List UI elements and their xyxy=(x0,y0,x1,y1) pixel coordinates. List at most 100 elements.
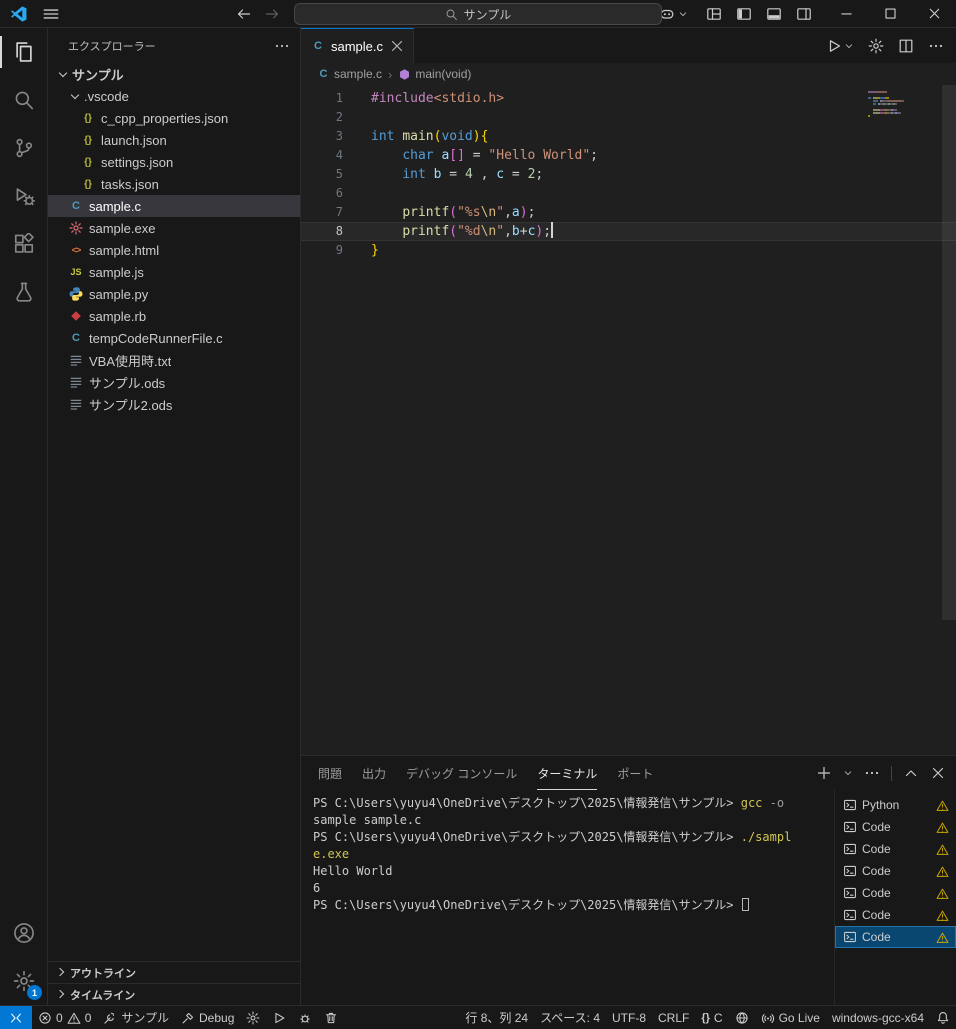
tree-item[interactable]: {} settings.json xyxy=(48,151,300,173)
tree-item[interactable]: sample.py xyxy=(48,283,300,305)
activity-item-run-and-debug[interactable] xyxy=(0,172,47,220)
code-line[interactable]: 1 #include<stdio.h> xyxy=(301,89,956,108)
close-panel-button[interactable] xyxy=(930,765,946,781)
terminal-list-item[interactable]: Code xyxy=(835,926,956,948)
code-line[interactable]: 4 char a[] = "Hello World"; xyxy=(301,146,956,165)
status-item-build-settings[interactable] xyxy=(240,1006,266,1029)
panel-more-button[interactable] xyxy=(864,765,880,781)
terminal-list-item[interactable]: Code xyxy=(835,904,956,926)
minimap[interactable] xyxy=(868,91,942,118)
terminal-list-item[interactable]: Python xyxy=(835,794,956,816)
breadcrumb-item[interactable]: main(void) xyxy=(398,67,471,81)
code-line[interactable]: 2 xyxy=(301,108,956,127)
run-settings-button[interactable] xyxy=(868,38,884,54)
status-item-language-mode[interactable]: {} C xyxy=(695,1006,728,1029)
tree-item[interactable]: {} c_cpp_properties.json xyxy=(48,107,300,129)
command-center[interactable]: サンプル xyxy=(294,3,662,25)
views-more-actions-icon[interactable] xyxy=(274,38,290,54)
back-button[interactable] xyxy=(236,6,252,22)
status-item-go-live[interactable]: Go Live xyxy=(755,1006,826,1029)
toggle-panel-button[interactable] xyxy=(766,6,782,22)
menu-button[interactable] xyxy=(42,5,60,23)
terminal-list-item[interactable]: Code xyxy=(835,882,956,904)
status-item-clean-build[interactable] xyxy=(318,1006,344,1029)
terminal-list-item[interactable]: Code xyxy=(835,860,956,882)
tree-item[interactable]: Csample.c xyxy=(48,195,300,217)
toggle-primary-sidebar-button[interactable] xyxy=(736,6,752,22)
activity-item-testing[interactable] xyxy=(0,268,47,316)
editor-scrollbar[interactable] xyxy=(942,85,956,620)
editor-surface[interactable]: 1 #include<stdio.h> 2 3 int main(void){4 cha… xyxy=(301,85,956,755)
more-actions-button[interactable] xyxy=(928,38,944,54)
code-line[interactable]: 9} xyxy=(301,241,956,260)
status-item-browser-preview[interactable] xyxy=(729,1006,755,1029)
tree-item[interactable]: sample.exe xyxy=(48,217,300,239)
panel-tab-問題[interactable]: 問題 xyxy=(318,756,342,790)
tree-item[interactable]: CtempCodeRunnerFile.c xyxy=(48,327,300,349)
status-item-eol-sequence[interactable]: CRLF xyxy=(652,1006,695,1029)
activity-item-source-control[interactable] xyxy=(0,124,47,172)
run-code-button[interactable] xyxy=(826,38,854,54)
tree-item[interactable]: .vscode xyxy=(48,85,300,107)
terminal-profile-button[interactable] xyxy=(843,768,853,778)
terminal-list-item[interactable]: Code xyxy=(835,816,956,838)
tree-item[interactable]: {} launch.json xyxy=(48,129,300,151)
tree-item[interactable]: <> sample.html xyxy=(48,239,300,261)
breadcrumb-item[interactable]: Csample.c xyxy=(317,67,383,81)
forward-button[interactable] xyxy=(264,6,280,22)
customize-layout-button[interactable] xyxy=(706,6,722,22)
terminal[interactable]: PS C:\Users\yuyu4\OneDrive\デスクトップ\2025\情… xyxy=(301,790,834,1005)
breadcrumb[interactable]: Csample.c › main(void) xyxy=(301,63,956,85)
close-button[interactable] xyxy=(912,0,956,27)
new-terminal-button[interactable] xyxy=(816,765,832,781)
activity-item-extensions[interactable] xyxy=(0,220,47,268)
tree-item[interactable]: sample.rb xyxy=(48,305,300,327)
status-item-encoding[interactable]: UTF-8 xyxy=(606,1006,652,1029)
maximize-panel-button[interactable] xyxy=(903,765,919,781)
activity-item-search[interactable] xyxy=(0,76,47,124)
code-line[interactable]: 3 int main(void){ xyxy=(301,127,956,146)
tree-item[interactable]: {} tasks.json xyxy=(48,173,300,195)
tree-item[interactable]: VBA使用時.txt xyxy=(48,349,300,371)
panel-tab-ターミナル[interactable]: ターミナル xyxy=(537,756,598,790)
minimize-button[interactable] xyxy=(824,0,868,27)
gear-icon xyxy=(246,1011,260,1025)
status-item-debug-project[interactable] xyxy=(292,1006,318,1029)
toggle-secondary-sidebar-button[interactable] xyxy=(796,6,812,22)
status-item-remote-indicator[interactable] xyxy=(0,1006,32,1029)
tree-item[interactable]: JS sample.js xyxy=(48,261,300,283)
activity-item-accounts[interactable] xyxy=(0,909,47,957)
activity-item-manage[interactable]: 1 xyxy=(0,957,47,1005)
status-item-project[interactable]: サンプル xyxy=(97,1006,175,1029)
status-item-build-variant[interactable]: Debug xyxy=(175,1006,240,1029)
tree-item[interactable]: サンプル xyxy=(48,63,300,85)
code-line[interactable]: 5 int b = 4 , c = 2; xyxy=(301,165,956,184)
code-line[interactable]: 8 printf("%d\n",b+c); xyxy=(301,222,956,241)
activity-bar-top xyxy=(0,28,47,316)
status-item-notifications[interactable] xyxy=(930,1006,956,1029)
status-item-indentation[interactable]: スペース: 4 xyxy=(534,1006,606,1029)
code-line[interactable]: 7 printf("%s\n",a); xyxy=(301,203,956,222)
panel-tab-ポート[interactable]: ポート xyxy=(617,756,653,790)
sidebar-section-アウトライン[interactable]: アウトライン xyxy=(48,961,300,983)
activity-item-explorer[interactable] xyxy=(0,28,47,76)
broadcast-icon xyxy=(761,1011,775,1025)
tab-close-icon[interactable] xyxy=(389,38,405,54)
terminal-list-item[interactable]: Code xyxy=(835,838,956,860)
tree-item[interactable]: サンプル.ods xyxy=(48,371,300,393)
terminal-line: PS C:\Users\yuyu4\OneDrive\デスクトップ\2025\情… xyxy=(313,897,834,914)
status-item-run-project[interactable] xyxy=(266,1006,292,1029)
tab-sample-c[interactable]: Csample.c xyxy=(301,28,415,63)
panel-tab-デバッグ コンソール[interactable]: デバッグ コンソール xyxy=(406,756,517,790)
status-item-problems[interactable]: 00 xyxy=(32,1006,97,1029)
tree-item-label: VBA使用時.txt xyxy=(89,353,172,369)
status-item-cursor-position[interactable]: 行 8、列 24 xyxy=(459,1006,534,1029)
split-editor-button[interactable] xyxy=(898,38,914,54)
code-line[interactable]: 6 xyxy=(301,184,956,203)
panel-tab-出力[interactable]: 出力 xyxy=(362,756,386,790)
tree-item[interactable]: サンプル2.ods xyxy=(48,393,300,415)
status-item-compiler-config[interactable]: windows-gcc-x64 xyxy=(826,1006,930,1029)
sidebar-section-タイムライン[interactable]: タイムライン xyxy=(48,983,300,1005)
maximize-button[interactable] xyxy=(868,0,912,27)
terminal-line: PS C:\Users\yuyu4\OneDrive\デスクトップ\2025\情… xyxy=(313,796,785,810)
